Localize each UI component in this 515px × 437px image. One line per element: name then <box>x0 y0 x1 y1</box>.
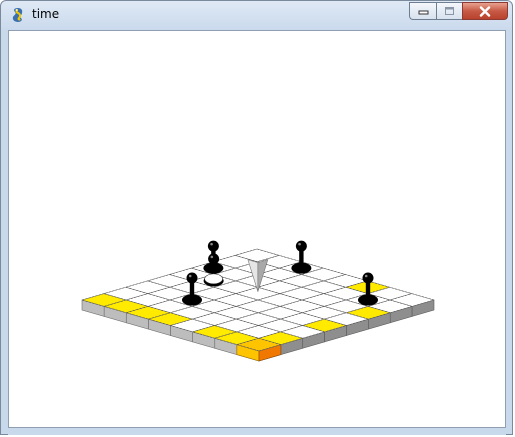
minimize-button[interactable] <box>409 2 436 20</box>
cursor-marker <box>204 273 223 285</box>
black-pawn[interactable] <box>291 240 312 274</box>
maximize-icon <box>445 7 454 15</box>
title-bar[interactable]: time <box>1 1 512 29</box>
window-bottom-edge <box>8 429 506 435</box>
app-window: time <box>0 0 513 435</box>
close-button[interactable] <box>462 2 508 20</box>
maximize-button[interactable] <box>436 2 462 20</box>
python-snake-icon <box>12 8 23 22</box>
game-canvas[interactable] <box>8 30 506 428</box>
close-icon <box>479 5 491 17</box>
isometric-board[interactable] <box>9 31 506 428</box>
window-controls <box>409 2 508 22</box>
window-title: time <box>32 7 60 21</box>
minimize-icon <box>418 10 428 15</box>
